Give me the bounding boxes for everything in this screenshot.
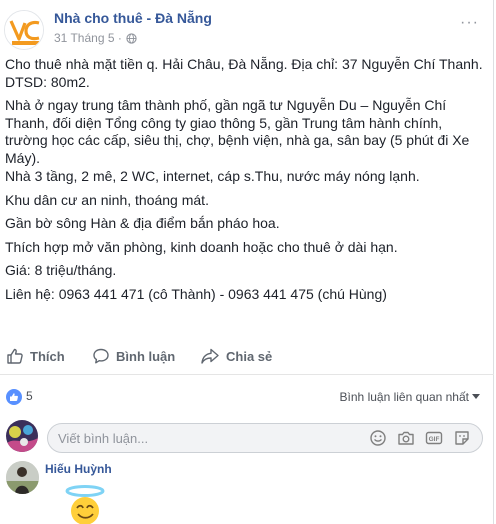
commenter-avatar[interactable] bbox=[6, 461, 39, 494]
chevron-down-icon bbox=[472, 394, 480, 399]
more-options-button[interactable]: ··· bbox=[460, 14, 479, 32]
share-arrow-icon bbox=[201, 348, 219, 364]
camera-icon[interactable] bbox=[397, 429, 415, 447]
post-paragraph: Nhà ở ngay trung tâm thành phố, gần ngã … bbox=[5, 97, 470, 166]
comment-label: Bình luận bbox=[116, 348, 176, 364]
smiley-icon[interactable] bbox=[369, 429, 387, 447]
like-button[interactable]: Thích bbox=[6, 347, 65, 365]
commenter-photo-icon bbox=[6, 461, 39, 494]
thumbs-up-icon bbox=[7, 348, 23, 364]
globe-icon bbox=[126, 32, 137, 44]
share-label: Chia sẻ bbox=[226, 348, 273, 364]
angel-smiley-sticker-icon bbox=[65, 485, 105, 524]
comment-sort-label: Bình luận liên quan nhất bbox=[339, 390, 469, 404]
like-reaction-glyph bbox=[10, 393, 18, 401]
page-name-link[interactable]: Nhà cho thuê - Đà Nẵng bbox=[54, 10, 212, 26]
post-paragraph: Thích hợp mở văn phòng, kinh doanh hoặc … bbox=[5, 238, 398, 255]
post-paragraph: Liên hệ: 0963 441 471 (cô Thành) - 0963 … bbox=[5, 285, 387, 302]
post-meta: 31 Tháng 5 · bbox=[54, 31, 137, 45]
gif-icon[interactable]: GIF bbox=[425, 429, 443, 447]
share-button[interactable]: Chia sẻ bbox=[200, 347, 272, 365]
avatar[interactable] bbox=[6, 420, 38, 452]
post-header: Nhà cho thuê - Đà Nẵng 31 Tháng 5 · ··· bbox=[4, 6, 493, 50]
reactions-bar: 5 Bình luận liên quan nhất bbox=[0, 384, 494, 410]
user-avatar-icon bbox=[6, 420, 38, 452]
like-label: Thích bbox=[30, 348, 65, 364]
speech-bubble-icon bbox=[93, 348, 109, 364]
commenter-name[interactable]: Hiếu Huỳnh bbox=[45, 462, 112, 476]
facebook-post: Nhà cho thuê - Đà Nẵng 31 Tháng 5 · ··· … bbox=[0, 0, 494, 524]
comment-button[interactable]: Bình luận bbox=[92, 347, 175, 365]
post-body: Cho thuê nhà mặt tiền q. Hải Châu, Đà Nẵ… bbox=[5, 56, 485, 309]
like-reaction-icon[interactable] bbox=[6, 389, 22, 405]
page-logo-icon bbox=[5, 11, 43, 49]
svg-text:GIF: GIF bbox=[429, 436, 440, 443]
comment-input-box: GIF bbox=[47, 423, 483, 453]
comment-input[interactable] bbox=[58, 424, 358, 452]
page-avatar[interactable] bbox=[4, 10, 44, 50]
post-actions-bar: Thích Bình luận Chia sẻ bbox=[0, 341, 494, 375]
sticker-icon[interactable] bbox=[453, 429, 471, 447]
post-paragraph: Nhà 3 tầng, 2 mê, 2 WC, internet, cáp s.… bbox=[5, 168, 420, 184]
like-count[interactable]: 5 bbox=[26, 389, 33, 403]
comment-sort-dropdown[interactable]: Bình luận liên quan nhất bbox=[340, 390, 480, 404]
post-paragraph: Khu dân cư an ninh, thoáng mát. bbox=[5, 191, 209, 208]
post-paragraph: Gần bờ sông Hàn & địa điểm bắn pháo hoa. bbox=[5, 215, 280, 231]
post-paragraph: Cho thuê nhà mặt tiền q. Hải Châu, Đà Nẵ… bbox=[5, 56, 483, 90]
post-paragraph: Giá: 8 triệu/tháng. bbox=[5, 262, 117, 278]
post-date[interactable]: 31 Tháng 5 · bbox=[54, 31, 122, 45]
comment-composer: GIF bbox=[0, 418, 494, 458]
